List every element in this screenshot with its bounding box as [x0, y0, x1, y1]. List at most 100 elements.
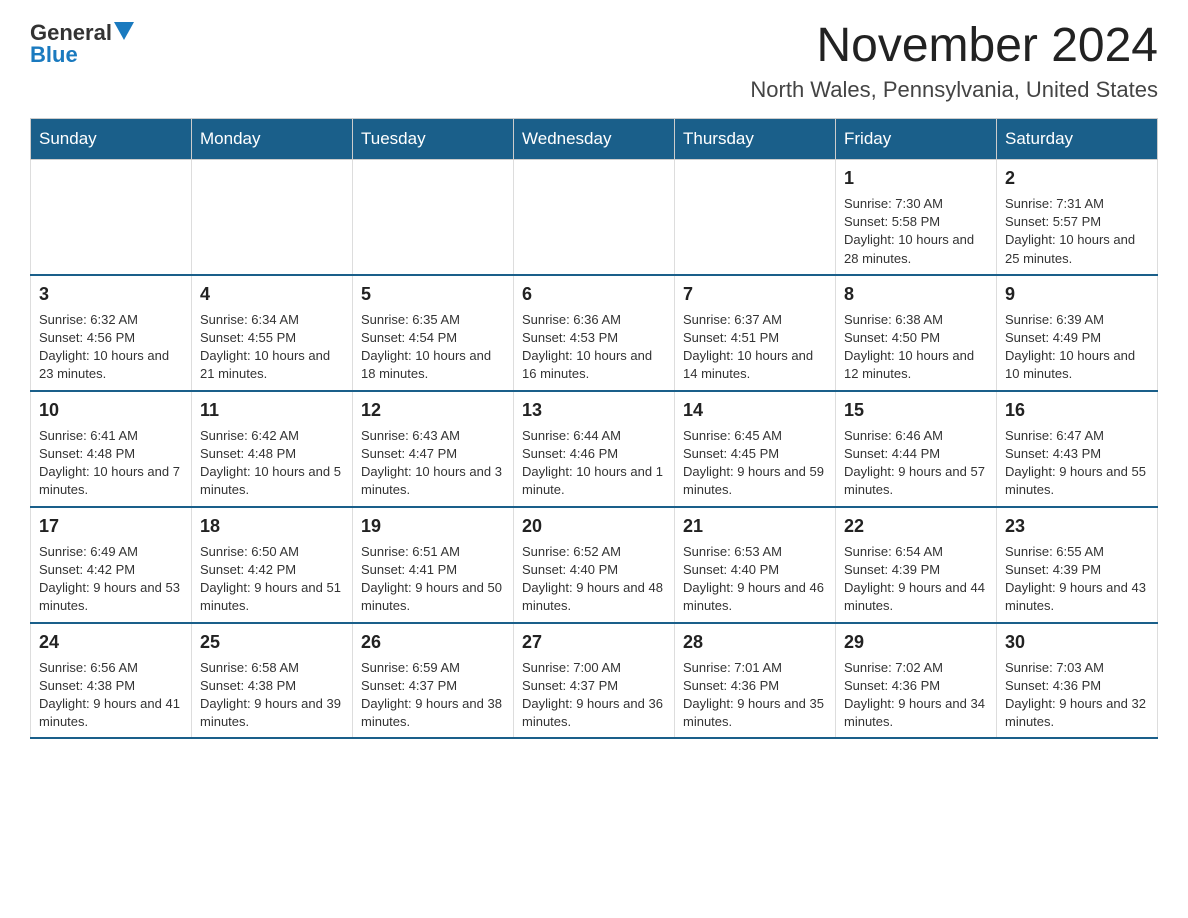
calendar-cell: 28Sunrise: 7:01 AMSunset: 4:36 PMDayligh… [675, 623, 836, 739]
day-number: 6 [522, 282, 666, 307]
day-info-text: Daylight: 9 hours and 55 minutes. [1005, 463, 1149, 499]
day-info-text: Sunrise: 6:39 AM [1005, 311, 1149, 329]
day-info-text: Sunset: 5:58 PM [844, 213, 988, 231]
day-info-text: Sunset: 4:44 PM [844, 445, 988, 463]
weekday-header-tuesday: Tuesday [353, 118, 514, 159]
calendar-cell [31, 159, 192, 274]
day-info-text: Daylight: 9 hours and 48 minutes. [522, 579, 666, 615]
calendar-cell: 29Sunrise: 7:02 AMSunset: 4:36 PMDayligh… [836, 623, 997, 739]
day-info-text: Sunset: 4:36 PM [1005, 677, 1149, 695]
day-number: 14 [683, 398, 827, 423]
day-number: 16 [1005, 398, 1149, 423]
calendar-cell: 1 Sunrise: 7:30 AMSunset: 5:58 PMDaylight… [836, 159, 997, 274]
day-number: 30 [1005, 630, 1149, 655]
day-info-text: Sunset: 4:39 PM [1005, 561, 1149, 579]
day-info-text: Sunrise: 7:01 AM [683, 659, 827, 677]
day-info-text: Daylight: 10 hours and 28 minutes. [844, 231, 988, 267]
day-info-text: Sunrise: 6:45 AM [683, 427, 827, 445]
day-info-text: Daylight: 10 hours and 25 minutes. [1005, 231, 1149, 267]
day-number: 12 [361, 398, 505, 423]
calendar-cell: 21Sunrise: 6:53 AMSunset: 4:40 PMDayligh… [675, 507, 836, 623]
day-number: 28 [683, 630, 827, 655]
calendar-cell [675, 159, 836, 274]
calendar-cell [514, 159, 675, 274]
calendar-table: SundayMondayTuesdayWednesdayThursdayFrid… [30, 118, 1158, 740]
day-number: 9 [1005, 282, 1149, 307]
day-info-text: Sunrise: 7:30 AM [844, 195, 988, 213]
calendar-cell: 27Sunrise: 7:00 AMSunset: 4:37 PMDayligh… [514, 623, 675, 739]
day-info-text: Daylight: 10 hours and 5 minutes. [200, 463, 344, 499]
logo: General Blue [30, 20, 134, 68]
day-info-text: Sunrise: 6:42 AM [200, 427, 344, 445]
day-info-text: Sunrise: 6:49 AM [39, 543, 183, 561]
day-info-text: Daylight: 9 hours and 43 minutes. [1005, 579, 1149, 615]
day-info-text: Daylight: 10 hours and 1 minute. [522, 463, 666, 499]
calendar-cell: 15Sunrise: 6:46 AMSunset: 4:44 PMDayligh… [836, 391, 997, 507]
day-info-text: Sunrise: 7:31 AM [1005, 195, 1149, 213]
logo-triangle-icon [114, 22, 134, 40]
day-number: 13 [522, 398, 666, 423]
day-info-text: Daylight: 10 hours and 18 minutes. [361, 347, 505, 383]
day-info-text: Daylight: 9 hours and 39 minutes. [200, 695, 344, 731]
day-info-text: Sunset: 4:40 PM [522, 561, 666, 579]
weekday-header-thursday: Thursday [675, 118, 836, 159]
day-info-text: Sunset: 4:53 PM [522, 329, 666, 347]
calendar-cell: 3Sunrise: 6:32 AMSunset: 4:56 PMDaylight… [31, 275, 192, 391]
calendar-cell: 7Sunrise: 6:37 AMSunset: 4:51 PMDaylight… [675, 275, 836, 391]
weekday-header-sunday: Sunday [31, 118, 192, 159]
day-info-text: Daylight: 9 hours and 41 minutes. [39, 695, 183, 731]
day-info-text: Daylight: 9 hours and 44 minutes. [844, 579, 988, 615]
day-info-text: Sunrise: 6:35 AM [361, 311, 505, 329]
day-info-text: Sunset: 5:57 PM [1005, 213, 1149, 231]
day-info-text: Daylight: 9 hours and 59 minutes. [683, 463, 827, 499]
day-info-text: Sunset: 4:55 PM [200, 329, 344, 347]
day-info-text: Daylight: 10 hours and 14 minutes. [683, 347, 827, 383]
calendar-header: SundayMondayTuesdayWednesdayThursdayFrid… [31, 118, 1158, 159]
page-header: General Blue November 2024 North Wales, … [30, 20, 1158, 103]
day-info-text: Sunset: 4:43 PM [1005, 445, 1149, 463]
calendar-week-row: 17Sunrise: 6:49 AMSunset: 4:42 PMDayligh… [31, 507, 1158, 623]
day-info-text: Sunset: 4:56 PM [39, 329, 183, 347]
day-info-text: Sunset: 4:54 PM [361, 329, 505, 347]
day-info-text: Sunrise: 6:56 AM [39, 659, 183, 677]
day-info-text: Sunrise: 6:53 AM [683, 543, 827, 561]
day-number: 19 [361, 514, 505, 539]
day-number: 20 [522, 514, 666, 539]
day-number: 10 [39, 398, 183, 423]
day-info-text: Sunset: 4:36 PM [683, 677, 827, 695]
day-info-text: Daylight: 9 hours and 38 minutes. [361, 695, 505, 731]
calendar-cell: 16Sunrise: 6:47 AMSunset: 4:43 PMDayligh… [997, 391, 1158, 507]
day-number: 1 [844, 166, 988, 191]
day-info-text: Sunrise: 6:32 AM [39, 311, 183, 329]
day-info-text: Sunrise: 6:58 AM [200, 659, 344, 677]
day-number: 11 [200, 398, 344, 423]
day-info-text: Sunrise: 6:51 AM [361, 543, 505, 561]
day-info-text: Daylight: 9 hours and 51 minutes. [200, 579, 344, 615]
calendar-cell: 6Sunrise: 6:36 AMSunset: 4:53 PMDaylight… [514, 275, 675, 391]
day-info-text: Sunset: 4:38 PM [39, 677, 183, 695]
calendar-cell: 19Sunrise: 6:51 AMSunset: 4:41 PMDayligh… [353, 507, 514, 623]
day-info-text: Sunrise: 6:43 AM [361, 427, 505, 445]
calendar-cell: 10Sunrise: 6:41 AMSunset: 4:48 PMDayligh… [31, 391, 192, 507]
day-number: 23 [1005, 514, 1149, 539]
day-info-text: Daylight: 10 hours and 21 minutes. [200, 347, 344, 383]
day-info-text: Sunset: 4:42 PM [200, 561, 344, 579]
day-info-text: Sunrise: 7:00 AM [522, 659, 666, 677]
calendar-cell: 23Sunrise: 6:55 AMSunset: 4:39 PMDayligh… [997, 507, 1158, 623]
month-title: November 2024 [750, 20, 1158, 73]
day-info-text: Sunrise: 6:36 AM [522, 311, 666, 329]
calendar-week-row: 1Sunrise: 7:30 AMSunset: 5:58 PMDaylight… [31, 159, 1158, 274]
day-info-text: Sunset: 4:51 PM [683, 329, 827, 347]
day-info-text: Sunset: 4:37 PM [522, 677, 666, 695]
day-number: 25 [200, 630, 344, 655]
location-subtitle: North Wales, Pennsylvania, United States [750, 77, 1158, 103]
day-number: 22 [844, 514, 988, 539]
calendar-cell: 4Sunrise: 6:34 AMSunset: 4:55 PMDaylight… [192, 275, 353, 391]
day-number: 7 [683, 282, 827, 307]
day-info-text: Sunrise: 7:03 AM [1005, 659, 1149, 677]
day-info-text: Sunset: 4:36 PM [844, 677, 988, 695]
day-info-text: Sunset: 4:40 PM [683, 561, 827, 579]
calendar-cell: 5Sunrise: 6:35 AMSunset: 4:54 PMDaylight… [353, 275, 514, 391]
calendar-cell: 8Sunrise: 6:38 AMSunset: 4:50 PMDaylight… [836, 275, 997, 391]
calendar-cell: 2Sunrise: 7:31 AMSunset: 5:57 PMDaylight… [997, 159, 1158, 274]
